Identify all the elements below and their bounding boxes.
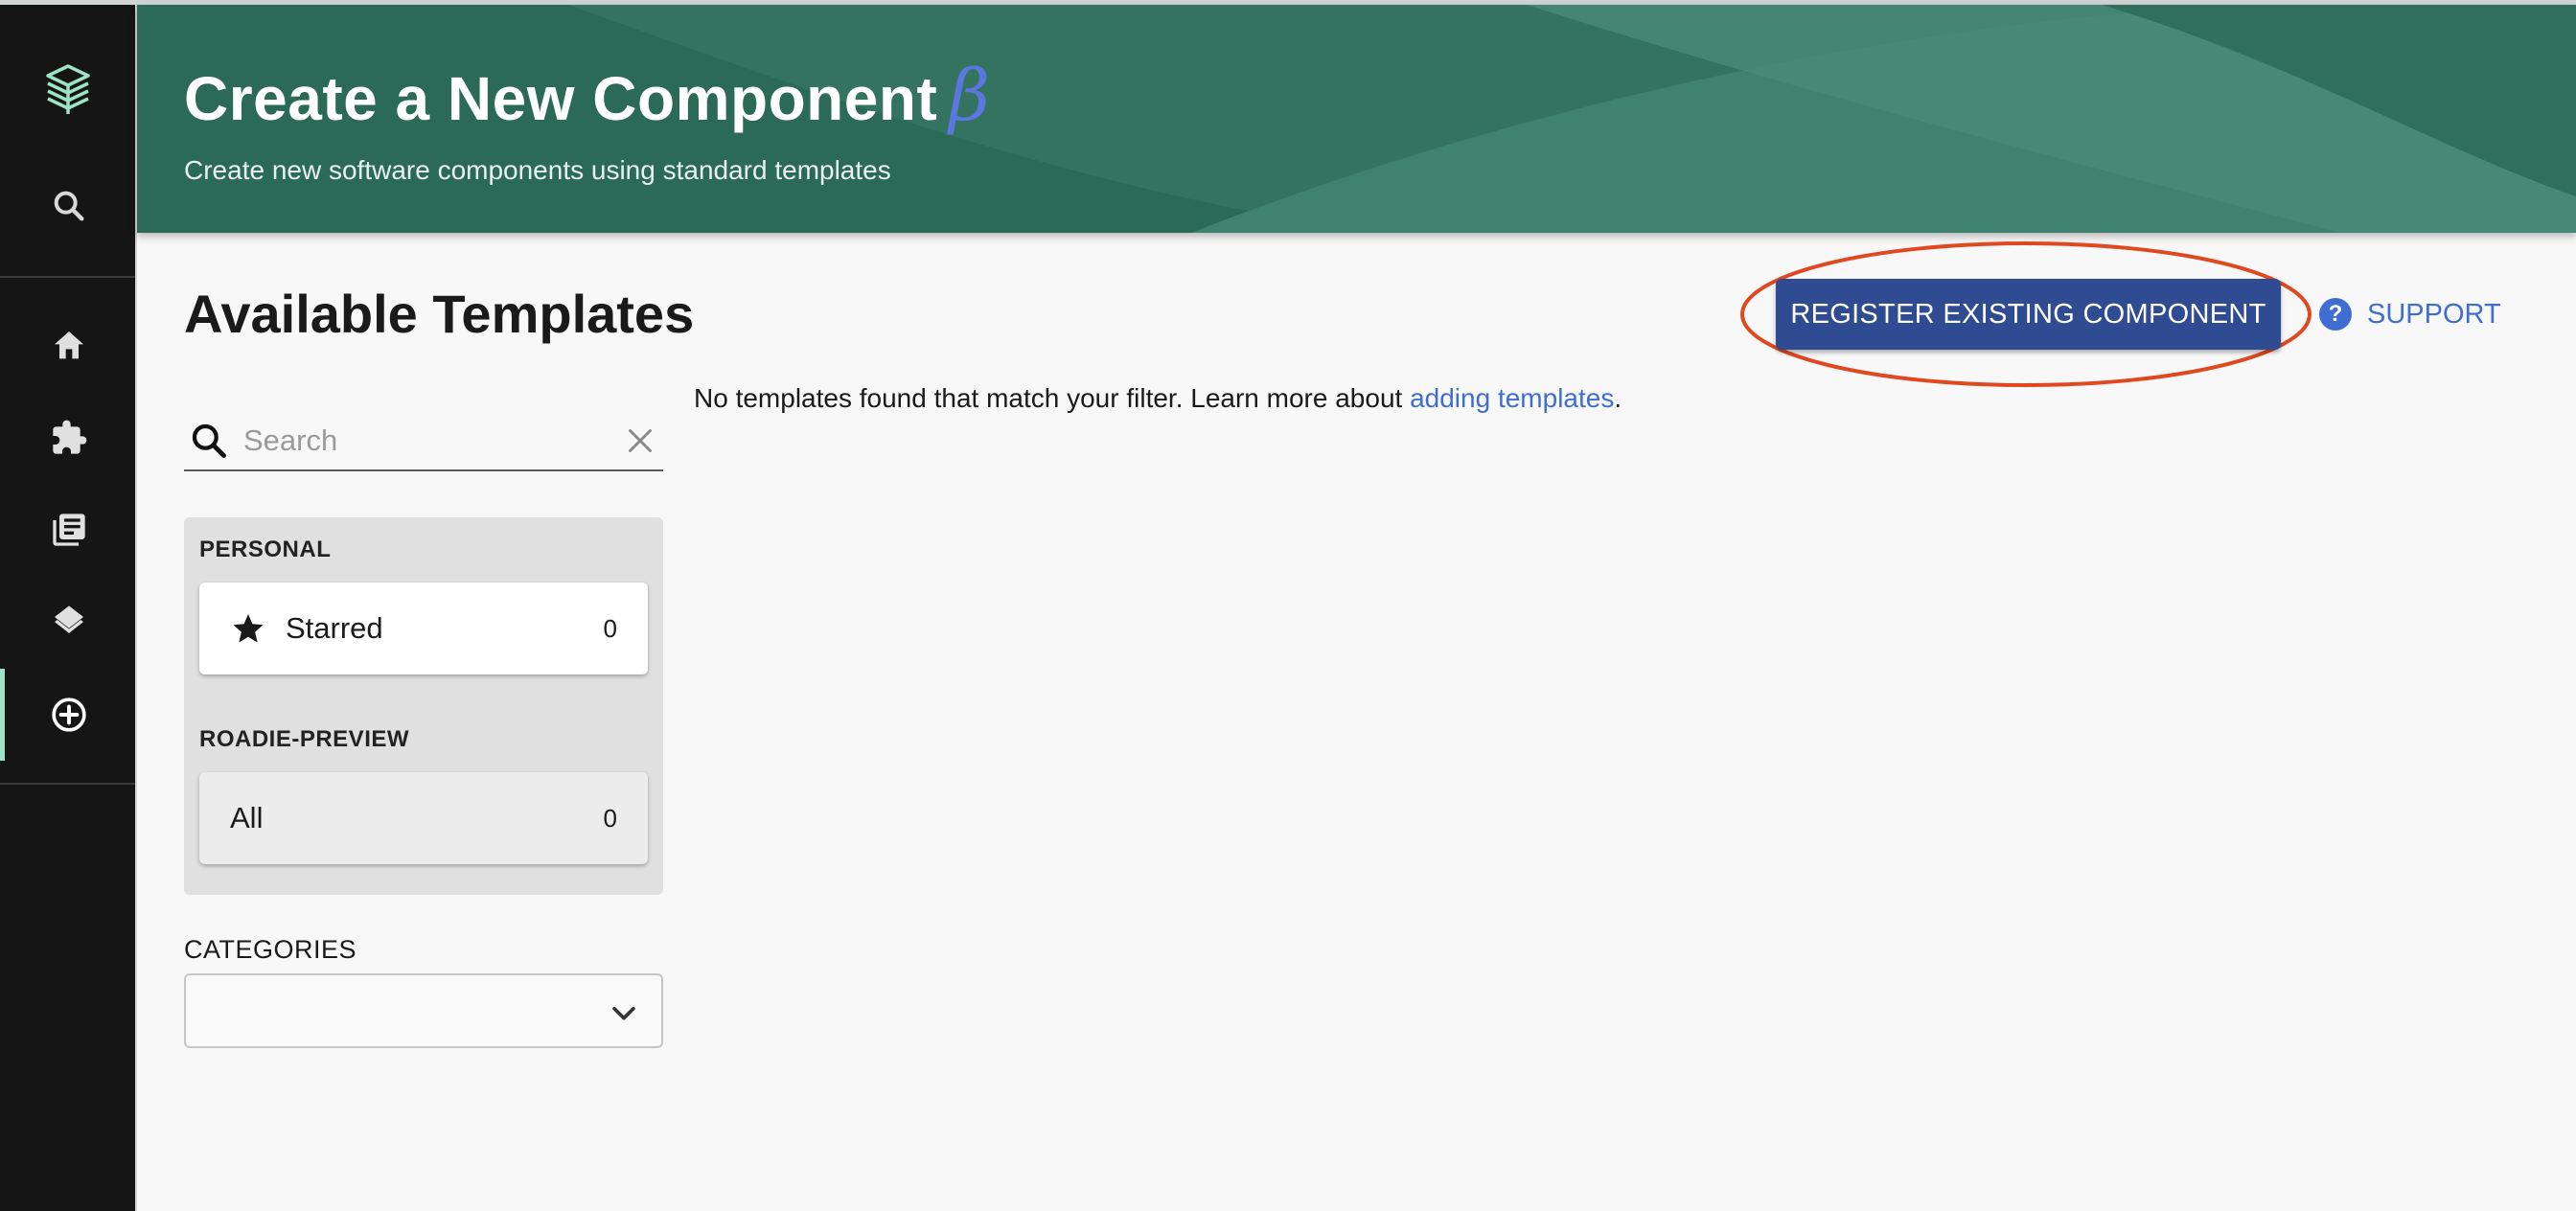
help-icon: ? bbox=[2319, 298, 2352, 331]
docs-icon bbox=[52, 514, 85, 546]
layers-icon bbox=[54, 606, 83, 633]
empty-message-suffix: . bbox=[1614, 383, 1622, 413]
sidebar-divider bbox=[0, 276, 135, 278]
filter-starred[interactable]: Starred 0 bbox=[199, 583, 648, 674]
org-group-label: ROADIE-PREVIEW bbox=[199, 726, 410, 752]
sidebar bbox=[0, 5, 137, 1211]
search-field bbox=[184, 412, 663, 471]
filter-starred-count: 0 bbox=[603, 613, 617, 643]
filter-panel: PERSONAL Starred 0 ROADIE-PREVIEW All 0 bbox=[184, 517, 663, 895]
beta-symbol: β bbox=[949, 55, 991, 137]
personal-group-label: PERSONAL bbox=[199, 537, 332, 562]
sidebar-item-layers[interactable] bbox=[0, 576, 137, 668]
empty-message-text: No templates found that match your filte… bbox=[694, 383, 1403, 413]
register-area: REGISTER EXISTING COMPONENT bbox=[1738, 240, 2313, 393]
adding-templates-link[interactable]: adding templates bbox=[1410, 383, 1614, 413]
clear-icon[interactable] bbox=[623, 423, 657, 458]
filter-all-count: 0 bbox=[603, 803, 617, 833]
banner-subtitle: Create new software components using sta… bbox=[184, 155, 891, 185]
puzzle-icon bbox=[52, 420, 86, 454]
page-title-banner: Create a New Component β bbox=[184, 55, 991, 137]
chevron-down-icon bbox=[612, 1006, 635, 1020]
support-link[interactable]: ? SUPPORT bbox=[2319, 297, 2501, 331]
page-header-banner: Create a New Component β Create new softw… bbox=[137, 5, 2576, 233]
sidebar-search[interactable] bbox=[0, 160, 137, 252]
create-plus-icon bbox=[51, 697, 86, 732]
filter-starred-label: Starred bbox=[286, 611, 383, 645]
sidebar-divider bbox=[0, 783, 135, 785]
filter-all-label: All bbox=[230, 801, 264, 834]
star-icon bbox=[233, 613, 264, 643]
sidebar-item-catalog[interactable] bbox=[0, 392, 137, 484]
sidebar-item-create[interactable] bbox=[0, 669, 137, 761]
search-icon bbox=[54, 191, 84, 221]
filter-all[interactable]: All 0 bbox=[199, 772, 648, 864]
logo-icon[interactable] bbox=[38, 60, 98, 120]
sidebar-item-home[interactable] bbox=[0, 300, 137, 392]
categories-label: CATEGORIES bbox=[184, 935, 357, 964]
search-input[interactable] bbox=[243, 423, 598, 458]
categories-dropdown[interactable] bbox=[184, 973, 663, 1048]
banner-title-text: Create a New Component bbox=[184, 64, 938, 133]
support-label: SUPPORT bbox=[2367, 298, 2501, 330]
register-existing-component-button[interactable]: REGISTER EXISTING COMPONENT bbox=[1776, 279, 2281, 350]
section-title: Available Templates bbox=[184, 284, 695, 344]
home-icon bbox=[54, 331, 83, 359]
search-icon bbox=[192, 423, 226, 458]
empty-state-message: No templates found that match your filte… bbox=[694, 383, 1622, 414]
sidebar-item-docs[interactable] bbox=[0, 484, 137, 576]
